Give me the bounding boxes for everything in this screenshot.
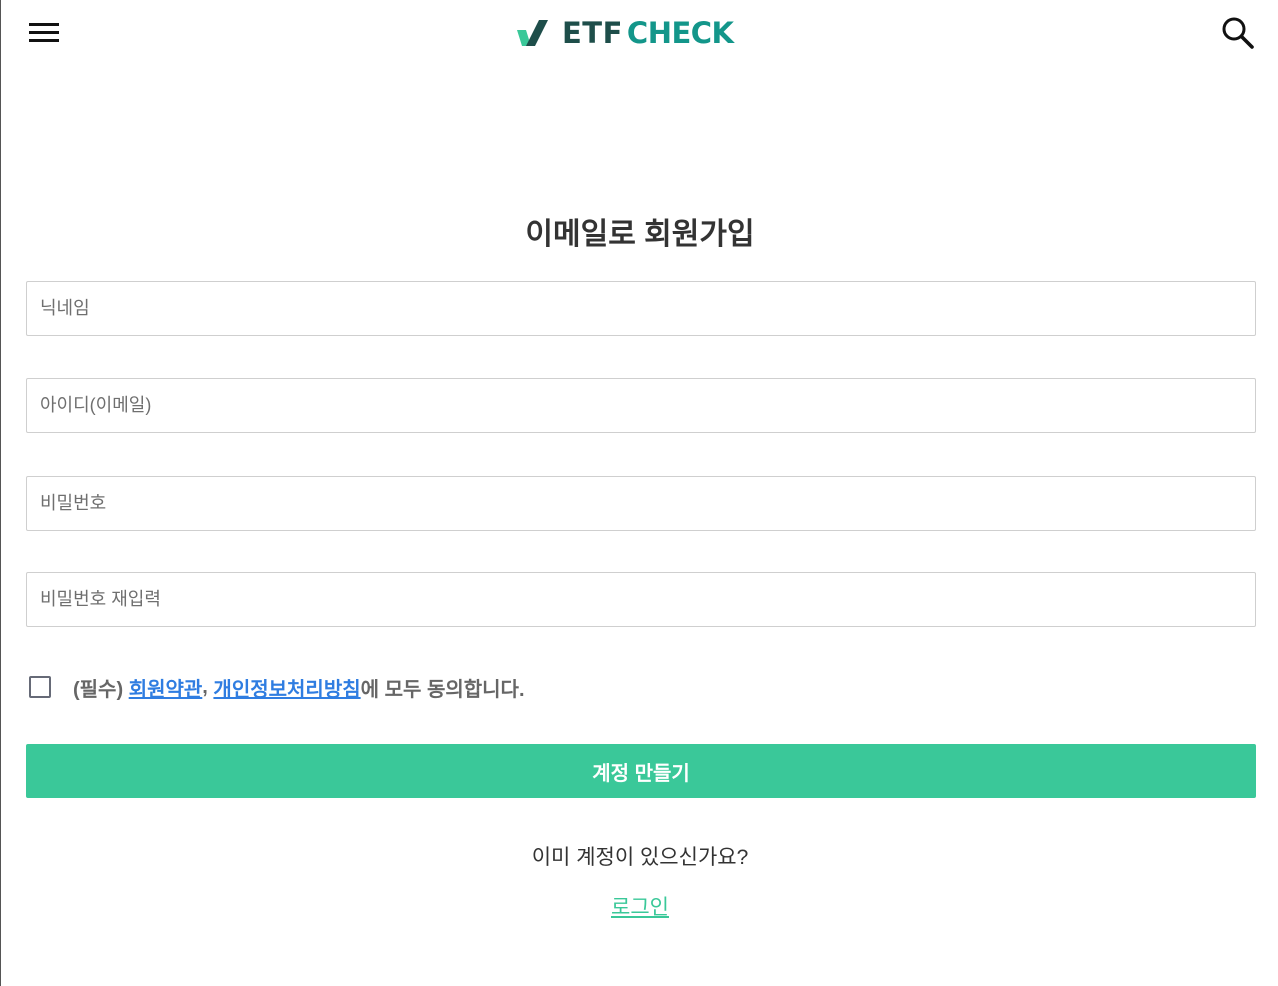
logo-text-check: CHECK: [626, 16, 734, 50]
nickname-input[interactable]: [26, 281, 1256, 336]
top-header: ETF CHECK: [1, 0, 1278, 68]
agree-checkbox[interactable]: [29, 676, 51, 698]
password-input[interactable]: [26, 476, 1256, 531]
agreement-suffix: 에 모두 동의합니다.: [360, 678, 525, 701]
terms-link[interactable]: 회원약관: [129, 673, 203, 702]
email-id-input[interactable]: [26, 378, 1256, 433]
login-link-row: 로그인: [1, 893, 1278, 923]
search-icon[interactable]: [1221, 16, 1255, 50]
checkmark-logo-icon: [517, 20, 548, 46]
agreement-separator: ,: [202, 675, 208, 698]
required-label: (필수): [73, 678, 124, 701]
terms-agreement: (필수) 회원약관, 개인정보처리방침 에 모두 동의합니다.: [29, 672, 525, 702]
create-account-button[interactable]: 계정 만들기: [26, 744, 1256, 798]
already-have-account-text: 이미 계정이 있으신가요?: [531, 846, 749, 869]
hamburger-menu-icon[interactable]: [29, 20, 61, 46]
page-title: 이메일로 회원가입: [525, 218, 755, 251]
login-link[interactable]: 로그인: [611, 896, 669, 919]
signup-page: ETFCHECK 이메일로 회원가입 (필수) 회원약관, 개인정보처리방침에 …: [0, 0, 1278, 986]
logo-text-etf: ETF: [562, 16, 623, 50]
password-confirm-input[interactable]: [26, 572, 1256, 627]
etfcheck-logo[interactable]: ETF CHECK: [517, 16, 734, 50]
logo-wordmark: ETF CHECK: [562, 16, 734, 50]
privacy-policy-link[interactable]: 개인정보처리방침: [213, 673, 360, 702]
